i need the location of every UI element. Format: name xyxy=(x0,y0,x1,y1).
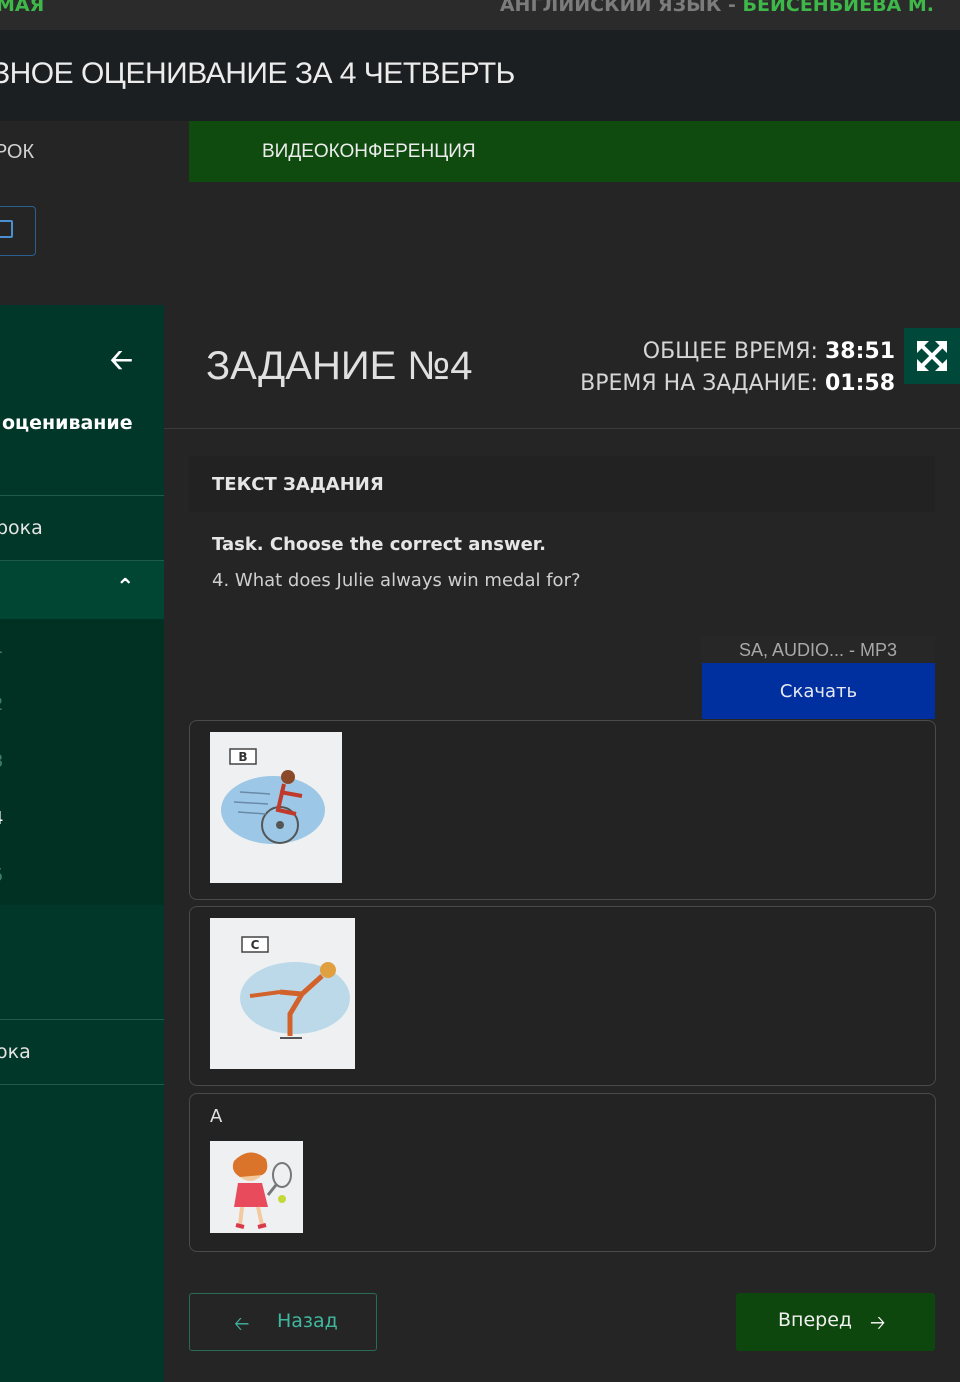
option-image-a xyxy=(210,1141,303,1233)
sidebar-section-title: оценивание xyxy=(2,412,133,434)
timers: ОБЩЕЕ ВРЕМЯ: 38:51 ВРЕМЯ НА ЗАДАНИЕ: 01:… xyxy=(580,336,895,400)
sidebar-subitem-1[interactable]: 1 xyxy=(0,637,3,658)
sidebar-item-tasks[interactable]: ⌃ xyxy=(0,561,164,619)
arrow-left-icon: 🡠 xyxy=(234,1313,250,1335)
sidebar-subitem-3[interactable]: 3 xyxy=(0,751,3,772)
tab-videoconference-label: ВИДЕОКОНФЕРЕНЦИЯ xyxy=(262,141,476,162)
top-bar: МАЯ АНГЛИЙСКИЙ ЯЗЫК - БЕЙСЕНБИЕВА М. xyxy=(0,0,960,30)
back-button-label: Назад xyxy=(277,1310,338,1332)
picture-label-b: B xyxy=(238,750,247,764)
sidebar-item-lesson-end[interactable]: ока xyxy=(0,1041,31,1063)
back-button[interactable]: 🡠 Назад xyxy=(189,1293,377,1351)
total-time-label: ОБЩЕЕ ВРЕМЯ: xyxy=(642,339,818,364)
task-question: 4. What does Julie always win medal for? xyxy=(212,570,581,591)
next-button-label: Вперед xyxy=(778,1309,853,1331)
picture-label-c: C xyxy=(251,938,260,952)
tab-videoconference[interactable]: ВИДЕОКОНФЕРЕНЦИЯ xyxy=(189,121,960,182)
skater-picture: C xyxy=(240,936,350,1039)
sidebar-subitem-4[interactable]: 4 xyxy=(0,808,3,829)
chevron-up-icon: ⌃ xyxy=(116,575,135,600)
top-bar-left-text: МАЯ xyxy=(0,0,45,16)
answer-option[interactable]: A xyxy=(189,1093,936,1252)
teacher-name: БЕЙСЕНБИЕВА М. xyxy=(742,0,934,16)
subject-teacher: АНГЛИЙСКИЙ ЯЗЫК - БЕЙСЕНБИЕВА М. xyxy=(500,0,934,16)
page-header: ЗНОЕ ОЦЕНИВАНИЕ ЗА 4 ЧЕТВЕРТЬ xyxy=(0,30,960,121)
sidebar-subitems xyxy=(0,619,164,905)
task-instruction: Task. Choose the correct answer. xyxy=(212,534,546,555)
page-title: ЗНОЕ ОЦЕНИВАНИЕ ЗА 4 ЧЕТВЕРТЬ xyxy=(0,57,515,90)
task-title: ЗАДАНИЕ №4 xyxy=(206,344,473,388)
next-button[interactable]: Вперед 🡢 xyxy=(736,1293,935,1351)
option-image-c: C xyxy=(210,918,355,1069)
tennis-girl-picture xyxy=(232,1152,292,1229)
audio-file-name: SA, AUDIO... - MP3 xyxy=(701,636,935,664)
task-time: ВРЕМЯ НА ЗАДАНИЕ: 01:58 xyxy=(580,368,895,400)
task-time-label: ВРЕМЯ НА ЗАДАНИЕ: xyxy=(580,371,818,396)
task-time-value: 01:58 xyxy=(824,371,895,396)
divider xyxy=(164,428,960,429)
option-image-b: B xyxy=(210,732,342,883)
download-button[interactable]: Скачать xyxy=(702,663,935,719)
tab-bar: РОК ВИДЕОКОНФЕРЕНЦИЯ xyxy=(0,121,960,182)
subject-label: АНГЛИЙСКИЙ ЯЗЫК - xyxy=(499,0,736,16)
divider xyxy=(0,1019,164,1020)
divider xyxy=(0,495,164,496)
chat-button[interactable] xyxy=(0,206,36,256)
total-time: ОБЩЕЕ ВРЕМЯ: 38:51 xyxy=(580,336,895,368)
back-arrow-icon[interactable]: 🡠 xyxy=(110,339,133,387)
sidebar-subitem-2[interactable]: 2 xyxy=(0,694,3,715)
answer-option[interactable]: B xyxy=(189,720,936,900)
cyclist-picture: B xyxy=(221,748,325,844)
tab-lesson-label: РОК xyxy=(0,141,35,163)
arrow-right-icon: 🡢 xyxy=(870,1312,886,1334)
option-letter-a: A xyxy=(210,1106,223,1127)
total-time-value: 38:51 xyxy=(824,339,895,364)
sidebar: 🡠 оценивание рока ⌃ 1 2 3 4 5 ока xyxy=(0,305,164,1382)
divider xyxy=(0,1084,164,1085)
task-text-header: ТЕКСТ ЗАДАНИЯ xyxy=(212,474,384,495)
sidebar-subitem-5[interactable]: 5 xyxy=(0,865,3,886)
expand-icon xyxy=(917,341,947,371)
fullscreen-button[interactable] xyxy=(904,328,960,384)
task-text-panel: ТЕКСТ ЗАДАНИЯ xyxy=(189,456,935,512)
chat-icon xyxy=(0,220,13,238)
tab-lesson[interactable]: РОК xyxy=(0,121,189,182)
sidebar-item-lesson[interactable]: рока xyxy=(0,517,43,539)
answer-option[interactable]: C xyxy=(189,906,936,1086)
